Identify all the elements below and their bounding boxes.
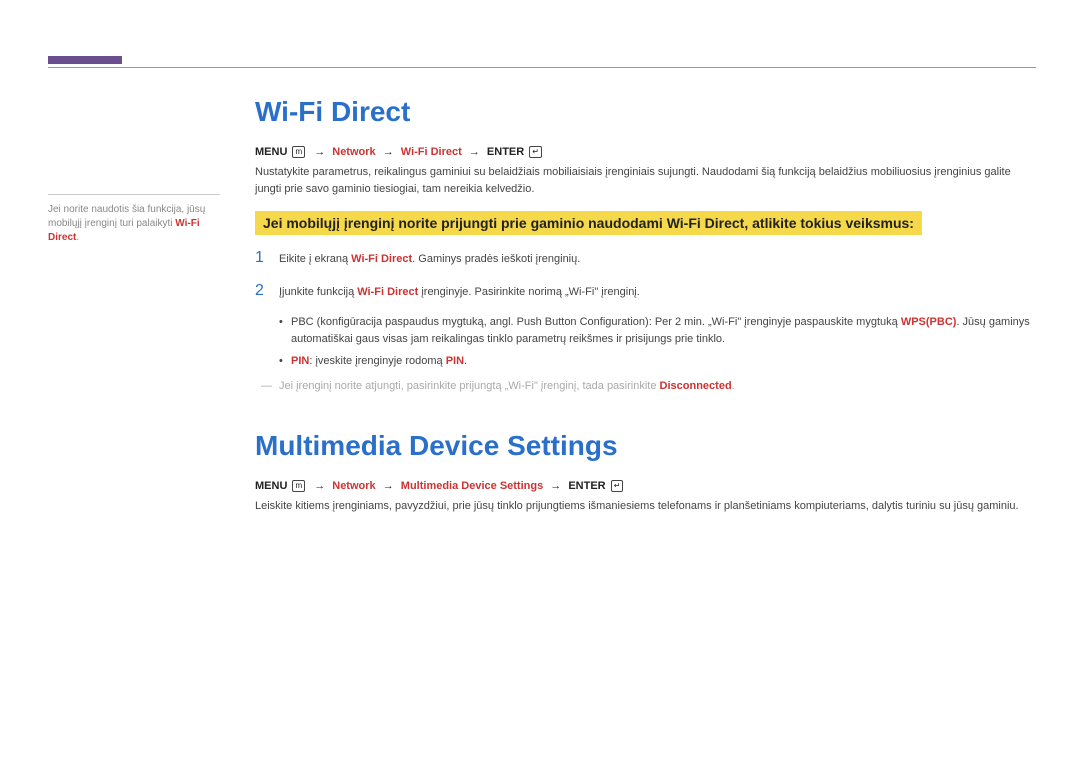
nav-item: Multimedia Device Settings bbox=[401, 480, 543, 492]
step-2: 2 Įjunkite funkciją Wi-Fi Direct įrengin… bbox=[255, 282, 1036, 301]
nav-item: Wi-Fi Direct bbox=[401, 146, 462, 158]
note-b: Disconnected bbox=[660, 380, 732, 392]
step2-a: Įjunkite funkciją bbox=[279, 286, 357, 298]
b1-b: WPS(PBC) bbox=[901, 316, 957, 328]
nav-path-2: MENU m → Network → Multimedia Device Set… bbox=[255, 480, 1036, 492]
steps-list: 1 Eikite į ekraną Wi-Fi Direct. Gaminys … bbox=[255, 249, 1036, 300]
section-multimedia: Multimedia Device Settings MENU m → Netw… bbox=[255, 430, 1036, 515]
section-wifi-direct: Wi-Fi Direct MENU m → Network → Wi-Fi Di… bbox=[255, 96, 1036, 394]
multimedia-paragraph: Leiskite kitiems įrenginiams, pavyzdžiui… bbox=[255, 498, 1036, 515]
main-content: Wi-Fi Direct MENU m → Network → Wi-Fi Di… bbox=[255, 96, 1036, 529]
nav-enter-label: ENTER bbox=[568, 480, 605, 492]
highlight-instruction: Jei mobilųjį įrenginį norite prijungti p… bbox=[255, 211, 922, 235]
step-text: Įjunkite funkciją Wi-Fi Direct įrenginyj… bbox=[279, 284, 640, 301]
step-text: Eikite į ekraną Wi-Fi Direct. Gaminys pr… bbox=[279, 251, 580, 268]
b2-d: . bbox=[464, 355, 467, 367]
page-accent-bar bbox=[48, 56, 122, 64]
arrow-icon: → bbox=[465, 146, 484, 158]
nav-path-1: MENU m → Network → Wi-Fi Direct → ENTER … bbox=[255, 146, 1036, 158]
bullet-pin: PIN: įveskite įrenginyje rodomą PIN. bbox=[279, 353, 1036, 370]
intro-paragraph: Nustatykite parametrus, reikalingus gami… bbox=[255, 164, 1036, 197]
step-number: 2 bbox=[255, 282, 279, 300]
step1-c: . Gaminys pradės ieškoti įrenginių. bbox=[412, 253, 580, 265]
step-number: 1 bbox=[255, 249, 279, 267]
heading-multimedia: Multimedia Device Settings bbox=[255, 430, 1036, 462]
b2-c: PIN bbox=[446, 355, 464, 367]
enter-icon: ↵ bbox=[611, 480, 624, 492]
nav-enter-label: ENTER bbox=[487, 146, 524, 158]
disconnect-note: Jei įrenginį norite atjungti, pasirinkit… bbox=[255, 378, 1036, 395]
bullet-list: PBC (konfigūracija paspaudus mygtuką, an… bbox=[255, 314, 1036, 370]
bullet-pbc: PBC (konfigūracija paspaudus mygtuką, an… bbox=[279, 314, 1036, 347]
nav-menu-label: MENU bbox=[255, 480, 287, 492]
b1-a: PBC (konfigūracija paspaudus mygtuką, an… bbox=[291, 316, 901, 328]
note-c: . bbox=[732, 380, 735, 392]
top-divider bbox=[48, 67, 1036, 68]
nav-network: Network bbox=[332, 146, 375, 158]
b2-b: : įveskite įrenginyje rodomą bbox=[309, 355, 445, 367]
sidebar-text-c: . bbox=[76, 232, 79, 243]
step-1: 1 Eikite į ekraną Wi-Fi Direct. Gaminys … bbox=[255, 249, 1036, 268]
menu-icon: m bbox=[292, 480, 305, 492]
arrow-icon: → bbox=[379, 146, 398, 158]
step2-c: įrenginyje. Pasirinkite norimą „Wi-Fi" į… bbox=[418, 286, 640, 298]
b2-a: PIN bbox=[291, 355, 309, 367]
step1-a: Eikite į ekraną bbox=[279, 253, 351, 265]
arrow-icon: → bbox=[546, 480, 565, 492]
note-a: Jei įrenginį norite atjungti, pasirinkit… bbox=[279, 380, 660, 392]
arrow-icon: → bbox=[310, 480, 329, 492]
arrow-icon: → bbox=[310, 146, 329, 158]
menu-icon: m bbox=[292, 146, 305, 158]
nav-network: Network bbox=[332, 480, 375, 492]
enter-icon: ↵ bbox=[529, 146, 542, 158]
heading-wifi-direct: Wi-Fi Direct bbox=[255, 96, 1036, 128]
sidebar-note: Jei norite naudotis šia funkcija, jūsų m… bbox=[48, 194, 220, 245]
step1-b: Wi-Fi Direct bbox=[351, 253, 412, 265]
step2-b: Wi-Fi Direct bbox=[357, 286, 418, 298]
nav-menu-label: MENU bbox=[255, 146, 287, 158]
arrow-icon: → bbox=[379, 480, 398, 492]
